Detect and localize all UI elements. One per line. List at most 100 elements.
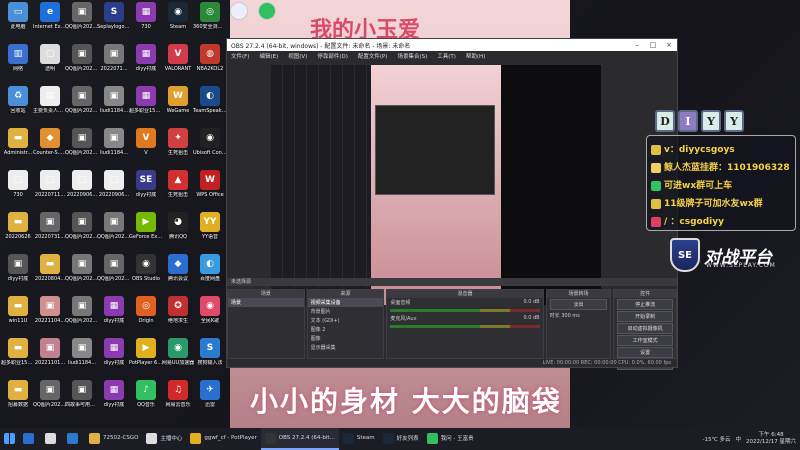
desktop-icon[interactable]: ♪ QQ音乐 <box>130 380 162 420</box>
scene-item[interactable]: 场景 <box>228 298 304 307</box>
desktop-icon[interactable]: ♻ 回收站 <box>2 86 34 126</box>
desktop-icon[interactable]: ◎ Origin <box>130 296 162 336</box>
desktop-icon[interactable]: ◉ OBS Studio <box>130 254 162 294</box>
taskbar-app[interactable]: 主播中心 <box>142 428 186 450</box>
desktop-icon[interactable]: V V <box>130 128 162 168</box>
desktop-icon[interactable]: ▣ diyy衬底 <box>2 254 34 294</box>
obs-menu-item[interactable]: 视图(V) <box>288 52 307 60</box>
desktop-icon[interactable]: W WPS Office <box>194 170 226 210</box>
desktop-icon[interactable]: ▣ liudi1184... <box>98 128 130 168</box>
desktop-icon[interactable]: ◆ 腾讯会议 <box>162 254 194 294</box>
desktop-icon[interactable]: ▤ 主要负责人微信二维码 <box>33 86 67 126</box>
volume-meter[interactable] <box>390 309 540 312</box>
desktop-icon[interactable]: ▣ QQ图片2022071... <box>97 254 131 294</box>
desktop-icon[interactable]: ▬ 20220804... <box>34 254 66 294</box>
desktop-icon[interactable]: ▣ QQ图片2022071... <box>65 296 99 336</box>
obs-menu-item[interactable]: 文件(F) <box>231 52 249 60</box>
desktop-icon[interactable]: ▬ 20220626 <box>2 212 34 252</box>
obs-preview[interactable] <box>271 65 601 305</box>
desktop-icon[interactable]: ◕ 腾讯QQ <box>162 212 194 252</box>
obs-menu-item[interactable]: 场景集合(S) <box>397 52 427 60</box>
desktop-icon[interactable]: ✈ 迅雷 <box>194 380 226 420</box>
desktop-icon[interactable]: S 搜狗输入法 <box>194 338 226 378</box>
ime-indicator[interactable]: 中 <box>736 435 742 443</box>
taskbar-app[interactable] <box>41 428 63 450</box>
obs-menu-item[interactable]: 帮助(H) <box>466 52 485 60</box>
source-item[interactable]: 图像 <box>308 334 384 343</box>
desktop-icon[interactable]: ▦ diyy衬底 <box>98 380 130 420</box>
maximize-icon[interactable]: □ <box>645 41 661 49</box>
desktop-icon[interactable]: ▢ 20220906... <box>98 170 130 210</box>
desktop-icon[interactable]: ▣ QQ图片2022071... <box>65 254 99 294</box>
weather-text[interactable]: -15℃ 多云 <box>703 435 731 443</box>
taskbar-app[interactable]: Steam <box>339 428 379 450</box>
desktop-icon[interactable]: e Internet Explorer <box>33 2 67 42</box>
desktop-icon[interactable]: ▦ diyy衬底 <box>130 44 162 84</box>
clock[interactable]: 下午 6:48 2022/12/17 星期六 <box>746 432 796 446</box>
desktop-icon[interactable]: ◉ Steam <box>162 2 194 42</box>
floating-bubble-icon[interactable] <box>230 2 248 20</box>
taskbar-app[interactable]: OBS 27.2.4 (64-bit... <box>260 428 339 450</box>
taskbar-app[interactable]: ggwf_cf - PotPlayer <box>186 428 260 450</box>
desktop-icon[interactable]: ◉ Ubisoft Connect <box>193 128 227 168</box>
taskbar-app[interactable] <box>19 428 41 450</box>
obs-menu-item[interactable]: 工具(T) <box>437 52 456 60</box>
duration-input[interactable]: 300 ms <box>561 313 580 319</box>
desktop-icon[interactable]: ▣ 20221104... <box>34 296 66 336</box>
desktop-icon[interactable]: ♫ 网易云音乐 <box>162 380 194 420</box>
desktop-icon[interactable]: V VALORANT <box>162 44 194 84</box>
taskbar-app[interactable]: 72502-CSGO <box>85 428 142 450</box>
desktop-icon[interactable]: ✪ 绝地求生 <box>162 296 194 336</box>
taskbar-app[interactable]: 我问 - 王富贵 <box>423 428 478 450</box>
desktop-icon[interactable]: ▢ 730 <box>2 170 34 210</box>
desktop-icon[interactable]: ▬ win11U <box>2 296 34 336</box>
source-item[interactable]: 显示器采集 <box>308 343 384 352</box>
desktop-icon[interactable]: ▢ 20220711... <box>34 170 66 210</box>
desktop-icon[interactable]: ▣ QQ图片2022070... <box>65 212 99 252</box>
desktop-icon[interactable]: ▦ 730 <box>130 2 162 42</box>
desktop-icon[interactable]: ▣ 20221101... <box>34 338 66 378</box>
obs-menu-item[interactable]: 编辑(E) <box>259 52 278 60</box>
source-item[interactable]: 文本 (GDI+) <box>308 316 384 325</box>
desktop-icon[interactable]: ▣ QQ图片2022071... <box>65 2 99 42</box>
control-button[interactable]: 设置 <box>617 347 674 358</box>
start-button[interactable] <box>0 428 19 450</box>
source-item[interactable]: 背景图片 <box>308 307 384 316</box>
obs-menu-item[interactable]: 停靠部件(D) <box>317 52 348 60</box>
desktop-icon[interactable]: ▥ 网络 <box>2 44 34 84</box>
desktop-icon[interactable]: ▲ 生死狙击 <box>162 170 194 210</box>
volume-meter[interactable] <box>390 325 540 328</box>
desktop-icon[interactable]: ◎ 360安全浏览器 <box>193 2 227 42</box>
desktop-icon[interactable]: ▣ liudi1184... <box>66 338 98 378</box>
desktop-icon[interactable]: YY YY语音 <box>194 212 226 252</box>
desktop-icon[interactable]: ▬ 超多职业154集录... <box>1 338 35 378</box>
desktop-icon[interactable]: ▣ 四故事可用图端 <box>65 380 99 420</box>
desktop-icon[interactable]: ▶ GeForce Experience <box>129 212 163 252</box>
minimize-icon[interactable]: – <box>629 41 645 49</box>
desktop-icon[interactable]: ▣ 20220731... <box>34 212 66 252</box>
desktop-icon[interactable]: ▢ 透明 <box>34 44 66 84</box>
taskbar-app[interactable] <box>63 428 85 450</box>
desktop-icon[interactable]: ▬ Administr... <box>2 128 34 168</box>
desktop-icon[interactable]: ▢ 20220906... <box>66 170 98 210</box>
desktop-icon[interactable]: SE diyy衬底 <box>130 170 162 210</box>
obs-menu-item[interactable]: 配置文件(P) <box>358 52 388 60</box>
desktop-icon[interactable]: ▣ QQ图片2022070... <box>65 128 99 168</box>
control-button[interactable]: 工作室模式 <box>617 335 674 346</box>
desktop-icon[interactable]: ✦ 生死狙击 <box>162 128 194 168</box>
taskbar-app[interactable]: 好友列表 <box>379 428 423 450</box>
desktop-icon[interactable]: ▣ QQ图片2022071... <box>97 212 131 252</box>
transition-select[interactable]: 淡出 <box>549 299 608 310</box>
source-item[interactable]: 图像 2 <box>308 325 384 334</box>
desktop-icon[interactable]: ◐ 百度网盘 <box>194 254 226 294</box>
desktop-icon[interactable]: ▦ diyy衬底 <box>98 296 130 336</box>
desktop-icon[interactable]: ▣ 2022071... <box>98 44 130 84</box>
desktop-icon[interactable]: ◐ TeamSpeak 3 Client <box>193 86 227 126</box>
desktop-icon[interactable]: S Seplaylogo_修... <box>97 2 131 42</box>
obs-window[interactable]: OBS 27.2.4 (64-bit, windows) - 配置文件: 未命名… <box>226 38 678 370</box>
desktop-icon[interactable]: ▶ PotPlayer 64 bit <box>129 338 163 378</box>
desktop-icon[interactable]: ▣ QQ图片2022070... <box>65 86 99 126</box>
desktop-icon[interactable]: ▣ QQ图片2022071... <box>33 380 67 420</box>
desktop-icon[interactable]: ◆ Counter-S... Global Off... <box>33 128 67 168</box>
close-icon[interactable]: × <box>661 41 677 49</box>
